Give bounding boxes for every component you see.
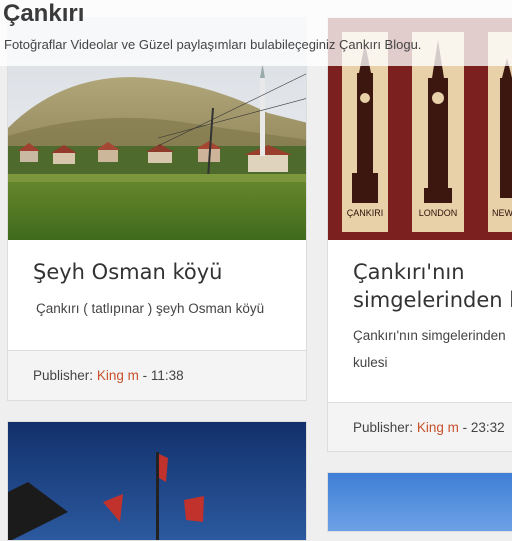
post-title-line-1: Çankırı'nın — [353, 260, 465, 284]
post-card[interactable] — [7, 421, 307, 541]
poster-label-cankiri: ÇANKIRI — [347, 208, 384, 218]
post-image[interactable] — [328, 473, 512, 531]
author-link[interactable]: King m — [97, 368, 139, 383]
post-excerpt: Çankırı ( tatlıpınar ) şeyh Osman köyü — [36, 301, 265, 316]
publisher-label: Publisher: — [33, 368, 94, 383]
publisher-label: Publisher: — [353, 420, 414, 435]
post-card[interactable]: ÇANKIRI LONDON NEW Çankırı'nın simgeleri… — [327, 17, 512, 452]
post-title[interactable]: Çankırı'nın simgelerinden b — [353, 258, 512, 314]
post-title-line-2: simgelerinden b — [353, 288, 512, 312]
meta-separator: - — [142, 368, 148, 383]
excerpt-line-1: Çankırı'nın simgelerinden — [353, 328, 506, 343]
sky-image — [328, 473, 512, 531]
flag-sky-image — [8, 422, 306, 540]
post-meta: Publisher: King m - 23:32 — [328, 402, 512, 451]
post-meta: Publisher: King m - 11:38 — [8, 350, 306, 400]
post-title[interactable]: Şeyh Osman köyü — [33, 258, 222, 286]
poster-label-new: NEW — [492, 208, 512, 218]
post-time: 23:32 — [470, 420, 505, 435]
site-description: Fotoğraflar Videolar ve Güzel paylaşımla… — [4, 37, 422, 52]
site-header: Çankırı Fotoğraflar Videolar ve Güzel pa… — [0, 0, 512, 66]
site-title[interactable]: Çankırı — [3, 0, 84, 28]
excerpt-line-2: kulesi — [353, 355, 388, 370]
post-excerpt: Çankırı'nın simgelerinden kulesi — [353, 322, 506, 376]
post-time: 11:38 — [150, 368, 184, 383]
post-card[interactable] — [327, 472, 512, 532]
poster-label-london: LONDON — [419, 208, 458, 218]
author-link[interactable]: King m — [417, 420, 459, 435]
post-card[interactable]: Şeyh Osman köyü Çankırı ( tatlıpınar ) ş… — [7, 17, 307, 401]
meta-separator: - — [462, 420, 468, 435]
post-image[interactable] — [8, 422, 306, 540]
